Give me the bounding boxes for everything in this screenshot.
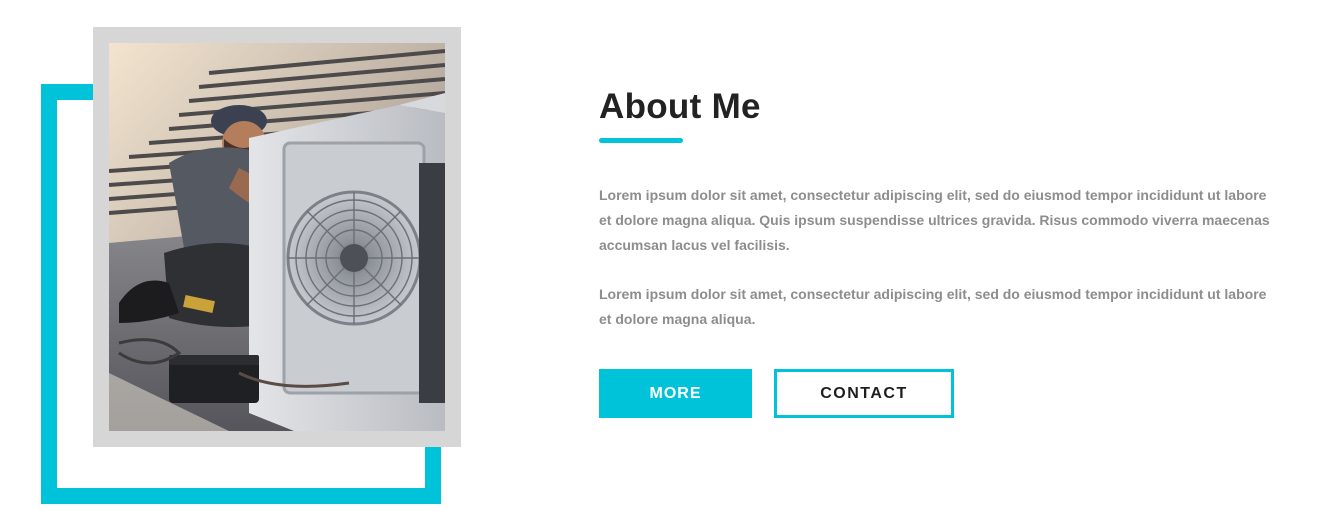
technician-photo [109, 43, 445, 431]
more-button[interactable]: MORE [599, 369, 752, 418]
page-title: About Me [599, 87, 761, 126]
photo-card [93, 27, 461, 447]
about-content: About Me Lorem ipsum dolor sit amet, con… [599, 84, 1279, 418]
secondary-paragraph: Lorem ipsum dolor sit amet, consectetur … [599, 286, 1267, 327]
contact-button[interactable]: CONTACT [774, 369, 954, 418]
title-underline [599, 138, 683, 143]
button-group: MORE CONTACT [599, 369, 1279, 418]
about-section: About Me Lorem ipsum dolor sit amet, con… [0, 0, 1340, 524]
intro-paragraph: Lorem ipsum dolor sit amet, consectetur … [599, 187, 1270, 253]
